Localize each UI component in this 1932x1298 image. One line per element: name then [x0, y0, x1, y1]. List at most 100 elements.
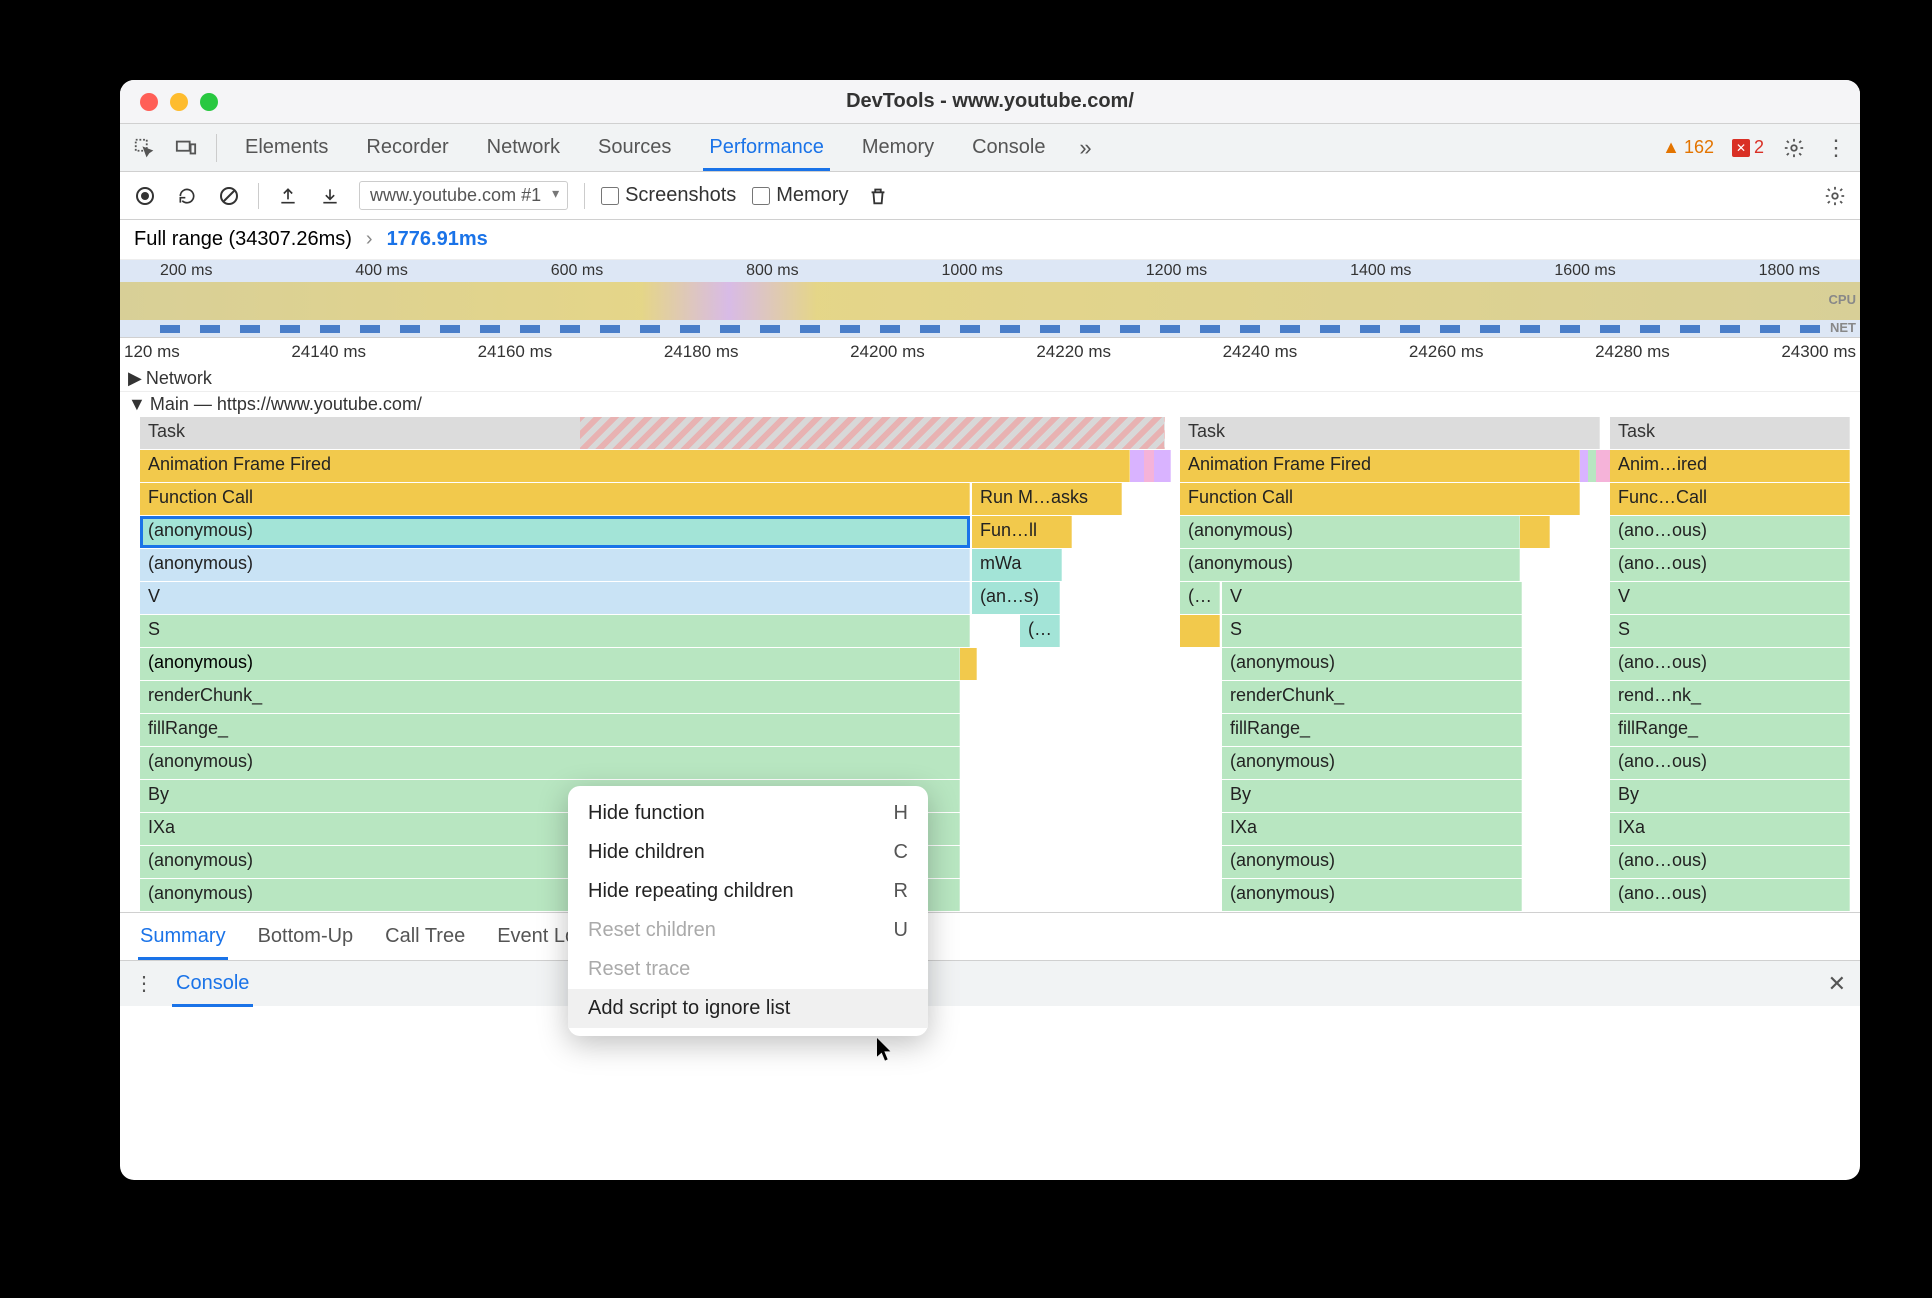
menu-hide-repeating[interactable]: Hide repeating childrenR [568, 872, 928, 911]
flame-block[interactable]: (anonymous) [140, 549, 970, 581]
flame-block[interactable]: (anonymous) [140, 747, 960, 779]
flame-block[interactable]: (anonymous) [140, 648, 960, 680]
tab-network[interactable]: Network [477, 126, 570, 169]
tab-summary[interactable]: Summary [138, 915, 228, 958]
clear-button[interactable] [216, 183, 242, 209]
flame-block[interactable]: mWa [972, 549, 1062, 581]
tab-call-tree[interactable]: Call Tree [383, 915, 467, 958]
zoom-window-button[interactable] [200, 93, 218, 111]
flame-block[interactable]: V [140, 582, 970, 614]
flame-block[interactable]: (ano…ous) [1610, 879, 1850, 911]
chevron-right-icon: › [366, 228, 373, 251]
profile-select[interactable]: www.youtube.com #1 [359, 181, 568, 210]
drawer-tab-console[interactable]: Console [172, 964, 253, 1003]
flame-block-longtask[interactable] [580, 417, 1165, 449]
close-drawer-icon[interactable]: ✕ [1828, 971, 1846, 997]
more-tabs-icon[interactable]: » [1074, 136, 1098, 160]
timeline-overview[interactable]: 200 ms 400 ms 600 ms 800 ms 1000 ms 1200… [120, 260, 1860, 338]
drawer-menu-icon[interactable]: ⋮ [134, 971, 154, 996]
tab-elements[interactable]: Elements [235, 126, 338, 169]
tab-performance[interactable]: Performance [699, 126, 834, 169]
tab-bottom-up[interactable]: Bottom-Up [256, 915, 356, 958]
flame-block[interactable] [1180, 615, 1220, 647]
flame-block[interactable] [1154, 450, 1171, 482]
tab-memory[interactable]: Memory [852, 126, 944, 169]
flame-block[interactable]: IXa [1222, 813, 1522, 845]
cpu-waveform [120, 282, 1860, 320]
full-range-label[interactable]: Full range (34307.26ms) [134, 228, 352, 251]
flame-block[interactable]: (ano…ous) [1610, 549, 1850, 581]
flame-block-selected[interactable]: (anonymous) [140, 516, 970, 548]
flame-block[interactable]: S [1222, 615, 1522, 647]
titlebar: DevTools - www.youtube.com/ [120, 80, 1860, 124]
flame-block[interactable]: (ano…ous) [1610, 648, 1850, 680]
menu-hide-children[interactable]: Hide childrenC [568, 833, 928, 872]
flame-block[interactable]: (an…s) [972, 582, 1060, 614]
errors-badge[interactable]: ✕ 2 [1732, 137, 1764, 158]
network-track-header[interactable]: ▶ Network [120, 366, 1860, 391]
screenshots-checkbox[interactable]: Screenshots [601, 184, 736, 207]
flame-block[interactable]: (anonymous) [1222, 747, 1522, 779]
inspect-icon[interactable] [132, 136, 156, 160]
flame-block[interactable]: (anonymous) [1222, 846, 1522, 878]
flame-block[interactable] [1520, 516, 1550, 548]
flame-block[interactable]: (anonymous) [1222, 879, 1522, 911]
record-button[interactable] [132, 183, 158, 209]
settings-icon[interactable] [1782, 136, 1806, 160]
minimize-window-button[interactable] [170, 93, 188, 111]
flame-block[interactable]: Task [1610, 417, 1850, 449]
flame-block[interactable]: V [1610, 582, 1850, 614]
menu-hide-function[interactable]: Hide functionH [568, 794, 928, 833]
flame-block[interactable]: Function Call [1180, 483, 1580, 515]
flame-block[interactable]: (anonymous) [1180, 549, 1520, 581]
kebab-menu-icon[interactable]: ⋮ [1824, 136, 1848, 160]
warnings-badge[interactable]: ▲ 162 [1662, 137, 1714, 158]
overview-ticks: 200 ms 400 ms 600 ms 800 ms 1000 ms 1200… [120, 262, 1860, 280]
gc-icon[interactable] [865, 183, 891, 209]
flame-block[interactable]: fillRange_ [140, 714, 960, 746]
flame-block[interactable]: By [1610, 780, 1850, 812]
flame-chart[interactable]: Task Task Task Animation Frame Fired Ani… [120, 417, 1860, 912]
tab-console[interactable]: Console [962, 126, 1055, 169]
flame-block[interactable]: Func…Call [1610, 483, 1850, 515]
flame-block[interactable]: Anim…ired [1610, 450, 1850, 482]
capture-settings-icon[interactable] [1822, 183, 1848, 209]
flame-block[interactable]: Fun…ll [972, 516, 1072, 548]
flame-block[interactable]: (ano…ous) [1610, 747, 1850, 779]
flame-block[interactable]: (… [1180, 582, 1220, 614]
device-icon[interactable] [174, 136, 198, 160]
flame-block[interactable]: (anonymous) [1180, 516, 1520, 548]
flame-block[interactable]: renderChunk_ [1222, 681, 1522, 713]
flame-block[interactable]: Task [1180, 417, 1600, 449]
flame-block[interactable]: S [140, 615, 970, 647]
flame-block[interactable]: Animation Frame Fired [1180, 450, 1580, 482]
tab-sources[interactable]: Sources [588, 126, 681, 169]
selected-range-label[interactable]: 1776.91ms [387, 228, 488, 251]
flame-block[interactable]: rend…nk_ [1610, 681, 1850, 713]
flame- block[interactable]: fillRange_ [1222, 714, 1522, 746]
flame-block[interactable]: (ano…ous) [1610, 846, 1850, 878]
flame-block[interactable] [960, 648, 977, 680]
reload-record-button[interactable] [174, 183, 200, 209]
main-track-header[interactable]: ▼ Main — https://www.youtube.com/ [120, 391, 1860, 417]
flame-block[interactable]: renderChunk_ [140, 681, 960, 713]
flame-context-menu: Hide functionH Hide childrenC Hide repea… [568, 786, 928, 1036]
flame-block[interactable]: (ano…ous) [1610, 516, 1850, 548]
download-icon[interactable] [317, 183, 343, 209]
flame-block[interactable]: S [1610, 615, 1850, 647]
flame-block[interactable]: Run M…asks [972, 483, 1122, 515]
flame-block[interactable]: (… [1020, 615, 1060, 647]
flame-block[interactable]: V [1222, 582, 1522, 614]
menu-add-ignore-list[interactable]: Add script to ignore list [568, 989, 928, 1028]
detail-tabs: Summary Bottom-Up Call Tree Event Log [120, 912, 1860, 960]
tab-recorder[interactable]: Recorder [356, 126, 458, 169]
flame-block[interactable]: Function Call [140, 483, 970, 515]
upload-icon[interactable] [275, 183, 301, 209]
close-window-button[interactable] [140, 93, 158, 111]
flame-block[interactable]: (anonymous) [1222, 648, 1522, 680]
flame-block[interactable]: Animation Frame Fired [140, 450, 1130, 482]
flame-block[interactable]: fillRange_ [1610, 714, 1850, 746]
memory-checkbox[interactable]: Memory [752, 184, 848, 207]
flame-block[interactable]: IXa [1610, 813, 1850, 845]
flame-block[interactable]: By [1222, 780, 1522, 812]
